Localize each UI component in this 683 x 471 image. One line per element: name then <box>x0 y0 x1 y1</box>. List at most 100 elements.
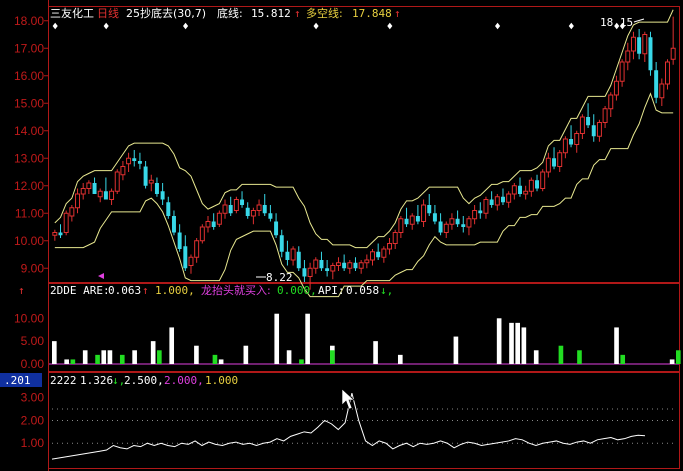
candle[interactable] <box>540 169 546 192</box>
candle[interactable] <box>347 260 353 274</box>
candle[interactable] <box>132 150 137 167</box>
candle[interactable] <box>523 185 529 200</box>
candle[interactable] <box>591 114 596 142</box>
candle[interactable] <box>194 238 200 263</box>
candle[interactable] <box>296 246 301 271</box>
candle[interactable] <box>398 216 404 238</box>
candle[interactable] <box>228 196 233 216</box>
candle[interactable] <box>353 257 358 271</box>
candle[interactable] <box>443 221 449 239</box>
candle[interactable] <box>171 210 176 236</box>
candle[interactable] <box>562 136 568 159</box>
candle[interactable] <box>545 152 551 178</box>
candle[interactable] <box>335 257 341 271</box>
candle[interactable] <box>233 196 239 214</box>
candle[interactable] <box>222 199 228 219</box>
candle[interactable] <box>137 152 142 170</box>
candle[interactable] <box>240 191 245 208</box>
candle[interactable] <box>670 16 676 65</box>
candle[interactable] <box>392 229 398 249</box>
candle[interactable] <box>154 177 159 197</box>
scroll-left-marker[interactable] <box>98 273 104 279</box>
candle[interactable] <box>596 119 602 142</box>
candle[interactable] <box>586 103 591 128</box>
candle[interactable] <box>188 254 194 274</box>
candle[interactable] <box>274 213 279 238</box>
candle[interactable] <box>511 183 517 200</box>
candle[interactable] <box>579 114 585 139</box>
candle[interactable] <box>364 254 370 269</box>
candle[interactable] <box>569 125 574 148</box>
candle[interactable] <box>630 31 636 60</box>
candle[interactable] <box>654 62 659 104</box>
candle[interactable] <box>608 92 614 117</box>
candle[interactable] <box>245 202 250 219</box>
candle[interactable] <box>574 130 580 153</box>
candle[interactable] <box>143 161 148 189</box>
candle[interactable] <box>205 216 211 233</box>
candle[interactable] <box>404 207 409 227</box>
candle[interactable] <box>665 59 670 90</box>
candle[interactable] <box>114 169 120 194</box>
candle[interactable] <box>86 180 92 194</box>
candle[interactable] <box>648 31 653 76</box>
candle[interactable] <box>557 150 563 172</box>
candle[interactable] <box>279 229 284 258</box>
candle[interactable] <box>518 177 522 197</box>
candle[interactable] <box>625 42 631 71</box>
candle[interactable] <box>494 194 500 211</box>
candle[interactable] <box>535 174 540 192</box>
candle[interactable] <box>250 207 256 225</box>
candlestick-series[interactable] <box>52 16 676 290</box>
candle[interactable] <box>409 213 415 230</box>
candle[interactable] <box>659 78 665 107</box>
candle[interactable] <box>500 188 505 206</box>
candle[interactable] <box>262 194 267 216</box>
candle[interactable] <box>602 106 608 128</box>
candle[interactable] <box>216 210 222 228</box>
candle[interactable] <box>421 199 427 228</box>
candle[interactable] <box>455 210 460 228</box>
candle[interactable] <box>642 31 648 62</box>
candle[interactable] <box>166 196 171 219</box>
candle[interactable] <box>109 188 115 206</box>
candle[interactable] <box>427 194 432 216</box>
candle[interactable] <box>103 177 108 200</box>
candle[interactable] <box>319 251 324 271</box>
candle[interactable] <box>302 260 307 282</box>
candle[interactable] <box>69 205 75 222</box>
candle[interactable] <box>211 213 216 230</box>
candle[interactable] <box>376 243 381 261</box>
candle[interactable] <box>438 213 443 236</box>
candle[interactable] <box>63 210 69 236</box>
period-label[interactable]: 日线 <box>97 6 119 20</box>
candle[interactable] <box>528 177 534 197</box>
candle[interactable] <box>148 174 154 192</box>
candle[interactable] <box>552 147 557 170</box>
candle[interactable] <box>285 240 290 266</box>
candle[interactable] <box>506 191 512 208</box>
candle[interactable] <box>256 199 262 217</box>
candle[interactable] <box>290 246 296 266</box>
candle[interactable] <box>415 205 420 225</box>
candle[interactable] <box>466 216 472 236</box>
candle[interactable] <box>325 260 330 277</box>
candle[interactable] <box>483 196 489 219</box>
candle[interactable] <box>126 152 132 172</box>
candle[interactable] <box>637 29 642 60</box>
candle[interactable] <box>183 235 188 271</box>
candle[interactable] <box>80 183 86 200</box>
candle[interactable] <box>432 205 437 225</box>
candle[interactable] <box>120 161 126 181</box>
candle[interactable] <box>58 224 63 238</box>
candle[interactable] <box>75 188 81 214</box>
candle[interactable] <box>381 246 387 263</box>
candle[interactable] <box>160 183 165 205</box>
candle[interactable] <box>97 188 103 203</box>
candle[interactable] <box>52 229 58 241</box>
candle[interactable] <box>478 202 483 219</box>
candle[interactable] <box>489 191 494 208</box>
candle[interactable] <box>358 260 364 274</box>
candle[interactable] <box>330 262 336 280</box>
candle[interactable] <box>613 75 619 101</box>
